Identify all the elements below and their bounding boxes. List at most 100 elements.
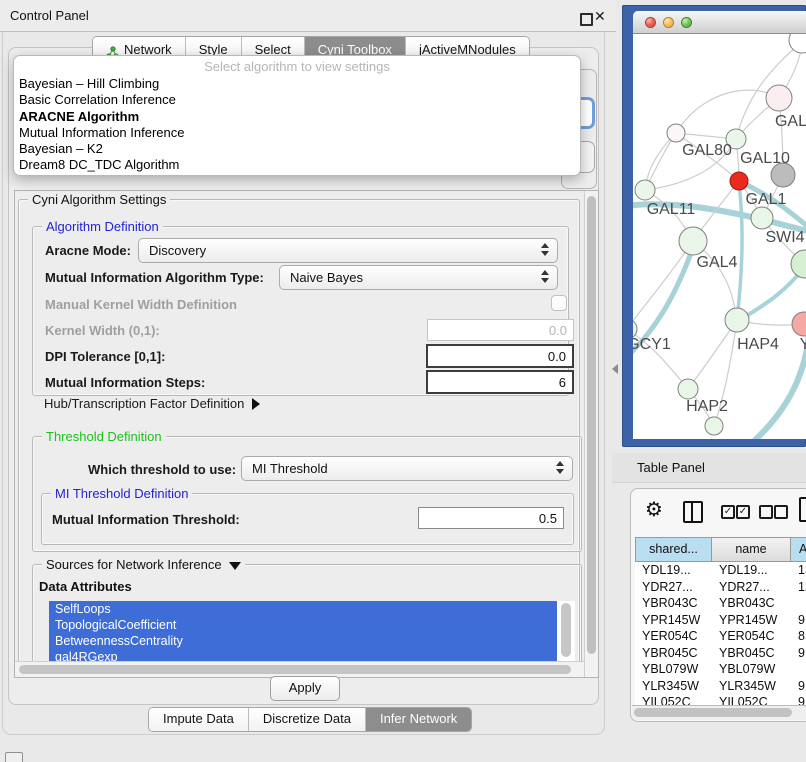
data-attributes-label: Data Attributes: [39, 579, 132, 594]
group-title: MI Threshold Definition: [51, 486, 192, 501]
node-salmon: [792, 312, 806, 336]
list-item[interactable]: SelfLoops: [49, 601, 557, 617]
close-traffic-light[interactable]: [646, 18, 655, 27]
network-canvas[interactable]: GAL GAL80 GAL10 GAL1 GAL11 SWI4 GAL4 GCY…: [633, 34, 806, 439]
node-swi4: [791, 250, 806, 278]
dpi-tolerance-label: DPI Tolerance [0,1]:: [45, 349, 165, 364]
mi-steps-label: Mutual Information Steps:: [45, 375, 205, 390]
menu-item[interactable]: Mutual Information Inference: [14, 125, 580, 141]
which-threshold-label: Which threshold to use:: [88, 462, 236, 477]
node-label: GAL80: [682, 142, 732, 159]
algorithm-definition-group: Algorithm Definition Aracne Mode: Discov…: [32, 226, 569, 396]
algorithm-dropdown-popup: Select algorithm to view settings Bayesi…: [13, 55, 581, 176]
unchecked-checkbox-icon[interactable]: [774, 505, 788, 519]
checked-checkbox-icon[interactable]: ✓: [736, 505, 750, 519]
table-row[interactable]: YDL19... YDL19... 13: [635, 562, 806, 579]
network-window: GAL GAL80 GAL10 GAL1 GAL11 SWI4 GAL4 GCY…: [633, 11, 806, 439]
list-item[interactable]: gal4RGexp: [49, 649, 557, 661]
table-row-partial[interactable]: YIL052C YIL052C 9.: [635, 694, 806, 705]
node-label: HAP4: [737, 336, 779, 353]
control-panel-titlebar: Control Panel ✕: [0, 0, 616, 32]
unchecked-checkbox-icon[interactable]: [759, 505, 773, 519]
expand-right-icon: [252, 398, 260, 410]
menu-item[interactable]: Dream8 DC_TDC Algorithm: [14, 157, 580, 173]
table-row[interactable]: YER054C YER054C 8.: [635, 628, 806, 645]
table-body: YDL19... YDL19... 13 YDR27... YDR27... 1…: [635, 562, 806, 705]
node-label: GAL10: [740, 150, 790, 167]
menu-item[interactable]: Basic Correlation Inference: [14, 92, 580, 108]
dropdown-placeholder: Select algorithm to view settings: [14, 58, 580, 76]
column-header-partial[interactable]: A: [791, 537, 806, 562]
table-row[interactable]: YBL079W YBL079W: [635, 661, 806, 678]
manual-kernel-width-checkbox[interactable]: [551, 295, 567, 311]
bottom-left-icon[interactable]: [5, 752, 23, 762]
settings-vertical-scrollbar[interactable]: [584, 191, 598, 677]
cyni-settings-scrollpane: Cyni Algorithm Settings Algorithm Defini…: [14, 190, 599, 678]
network-view-frame: GAL GAL80 GAL10 GAL1 GAL11 SWI4 GAL4 GCY…: [622, 5, 806, 447]
column-header-name[interactable]: name: [712, 537, 791, 562]
column-header-shared-name[interactable]: shared...: [635, 537, 712, 562]
minimize-traffic-light[interactable]: [664, 18, 673, 27]
table-row[interactable]: YDR27... YDR27... 12: [635, 579, 806, 596]
apply-button[interactable]: Apply: [270, 676, 340, 701]
tab-infer-network[interactable]: Infer Network: [365, 708, 471, 731]
hub-transcription-factor-toggle[interactable]: Hub/Transcription Factor Definition: [44, 396, 260, 411]
network-window-titlebar[interactable]: [633, 11, 806, 34]
list-scrollbar[interactable]: [561, 603, 571, 657]
node-label: GCY1: [633, 336, 671, 353]
stepper-arrows-icon: [541, 270, 549, 283]
mi-threshold-definition-group: MI Threshold Definition Mutual Informati…: [41, 493, 574, 545]
node-gal1: [730, 172, 748, 190]
close-icon[interactable]: ✕: [594, 8, 606, 25]
node-gal2: [766, 85, 792, 111]
table-horizontal-scrollbar[interactable]: [632, 705, 806, 720]
table-row[interactable]: YLR345W YLR345W 9.: [635, 678, 806, 695]
tab-discretize-data[interactable]: Discretize Data: [248, 708, 365, 731]
network-icon: [106, 43, 119, 56]
mi-algorithm-type-combobox[interactable]: Naive Bayes: [279, 265, 558, 290]
node: [751, 207, 773, 229]
panel-divider-gripper[interactable]: [612, 364, 618, 374]
which-threshold-combobox[interactable]: MI Threshold: [241, 456, 573, 481]
list-item[interactable]: TopologicalCoefficient: [49, 617, 557, 633]
mi-threshold-label: Mutual Information Threshold:: [52, 512, 240, 527]
node-label: SWI4: [765, 229, 804, 246]
table-row[interactable]: YBR043C YBR043C: [635, 595, 806, 612]
aracne-mode-combobox[interactable]: Discovery: [138, 238, 558, 263]
node-label: HAP2: [686, 398, 728, 415]
kernel-width-field[interactable]: [427, 319, 574, 341]
mi-threshold-field[interactable]: [418, 507, 564, 529]
app-root: Control Panel ✕ Network Style Select Cyn…: [0, 0, 806, 762]
sources-toggle[interactable]: Sources for Network Inference: [42, 557, 245, 572]
mi-steps-field[interactable]: [426, 370, 574, 394]
checked-checkbox-icon[interactable]: ✓: [721, 505, 735, 519]
stepper-arrows-icon: [556, 461, 564, 474]
columns-icon[interactable]: [683, 501, 703, 523]
node-gal80: [667, 124, 685, 142]
table-panel-titlebar: Table Panel: [612, 453, 806, 483]
kernel-width-label: Kernel Width (0,1):: [45, 323, 160, 338]
table-row[interactable]: YPR145W YPR145W 9.: [635, 612, 806, 629]
table-row[interactable]: YBR045C YBR045C 9.: [635, 645, 806, 662]
gear-icon[interactable]: ⚙: [645, 497, 663, 522]
node-label: Y: [800, 336, 806, 353]
dpi-tolerance-field[interactable]: [426, 344, 574, 368]
menu-item[interactable]: Bayesian – K2: [14, 141, 580, 157]
tab-impute-data[interactable]: Impute Data: [149, 708, 248, 731]
bottom-tab-bar: Impute Data Discretize Data Infer Networ…: [148, 707, 472, 732]
settings-horizontal-scrollbar[interactable]: [15, 661, 584, 677]
group-title: Algorithm Definition: [42, 219, 163, 234]
node-hap4: [725, 308, 749, 332]
menu-item-selected[interactable]: ARACNE Algorithm: [14, 109, 580, 125]
list-item[interactable]: BetweennessCentrality: [49, 633, 557, 649]
table-header: shared... name A: [635, 537, 806, 562]
node-label: GAL1: [746, 191, 787, 208]
group-title: Threshold Definition: [42, 429, 166, 444]
menu-item[interactable]: Bayesian – Hill Climbing: [14, 76, 580, 92]
float-window-icon[interactable]: [580, 13, 593, 26]
zoom-traffic-light[interactable]: [682, 18, 691, 27]
data-attributes-list[interactable]: SelfLoops TopologicalCoefficient Between…: [49, 601, 575, 661]
page-icon[interactable]: [799, 497, 806, 522]
node-gal4: [679, 227, 707, 255]
stepper-arrows-icon: [541, 243, 549, 256]
